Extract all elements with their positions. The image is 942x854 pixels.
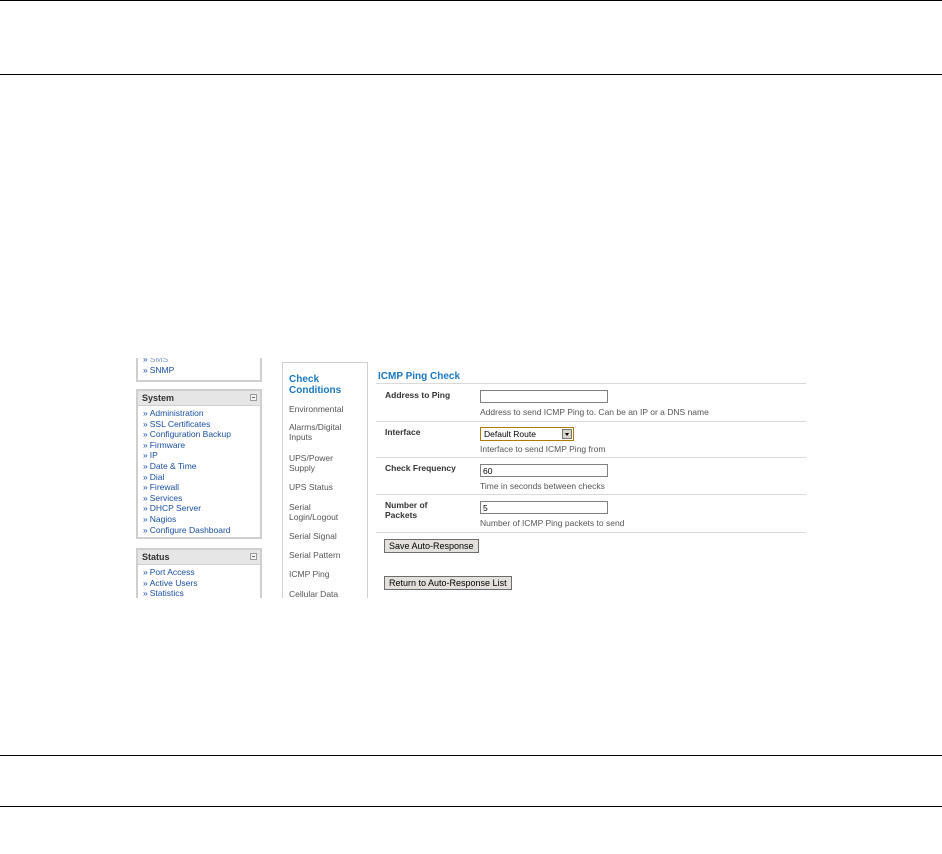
sidebar-item-ssl-certificates[interactable]: » SSL Certificates: [143, 419, 260, 430]
address-help: Address to send ICMP Ping to. Can be an …: [480, 407, 709, 417]
condition-serial-pattern[interactable]: Serial Pattern: [283, 550, 369, 560]
packets-label: Number of Packets: [385, 500, 428, 520]
collapse-icon[interactable]: [250, 394, 257, 401]
condition-ups-status[interactable]: UPS Status: [283, 482, 369, 492]
check-conditions-title: Check Conditions: [289, 374, 342, 396]
form-divider: [376, 421, 806, 422]
crop-mask: [130, 330, 270, 358]
form-divider: [376, 383, 806, 384]
frequency-label: Check Frequency: [385, 463, 456, 473]
sidebar-item-nagios[interactable]: » Nagios: [143, 514, 260, 525]
crop-mask: [130, 598, 830, 618]
condition-ups-power-supply[interactable]: UPS/Power Supply: [283, 453, 369, 473]
form-divider: [376, 494, 806, 495]
status-menu: » Port Access » Active Users » Statistics: [138, 565, 260, 601]
condition-serial-login-logout[interactable]: Serial Login/Logout: [283, 502, 369, 522]
interface-help: Interface to send ICMP Ping from: [480, 444, 606, 454]
condition-serial-signal[interactable]: Serial Signal: [283, 531, 369, 541]
packets-input[interactable]: [480, 501, 608, 514]
page-top-rule: [0, 0, 942, 1]
system-menu: » Administration » SSL Certificates » Confi…: [138, 406, 260, 537]
sidebar-item-configure-dashboard[interactable]: » Configure Dashboard: [143, 525, 260, 536]
condition-icmp-ping[interactable]: ICMP Ping: [283, 569, 369, 579]
address-label: Address to Ping: [385, 390, 451, 400]
check-conditions-panel: Check Conditions Environmental Alarms/Di…: [282, 362, 368, 602]
footer-rule-bottom: [0, 806, 942, 807]
header-rule: [0, 74, 942, 75]
sidebar-item-configuration-backup[interactable]: » Configuration Backup: [143, 429, 260, 440]
footer-rule-top: [0, 755, 942, 756]
sidebar-item-firmware[interactable]: » Firmware: [143, 440, 260, 451]
form-divider: [376, 457, 806, 458]
condition-environmental[interactable]: Environmental: [283, 404, 369, 414]
sidebar-item-snmp[interactable]: » SNMP: [143, 365, 260, 376]
frequency-help: Time in seconds between checks: [480, 481, 605, 491]
sidebar-item-administration[interactable]: » Administration: [143, 408, 260, 419]
frequency-input[interactable]: [480, 464, 608, 477]
sidebar-item-date-time[interactable]: » Date & Time: [143, 461, 260, 472]
sidebar-item-firewall[interactable]: » Firewall: [143, 482, 260, 493]
address-input[interactable]: [480, 390, 608, 403]
condition-alarms-digital-inputs[interactable]: Alarms/Digital Inputs: [283, 422, 369, 442]
form-divider: [376, 532, 806, 533]
sidebar-item-services[interactable]: » Services: [143, 493, 260, 504]
panel-title-status: Status: [142, 552, 170, 562]
save-auto-response-button[interactable]: Save Auto-Response: [384, 539, 479, 553]
dropdown-arrow-icon[interactable]: [562, 429, 572, 439]
panel-header-system[interactable]: System: [138, 391, 260, 406]
form-title: ICMP Ping Check: [378, 371, 461, 382]
sidebar-item-port-access[interactable]: » Port Access: [143, 567, 260, 578]
sidebar-item-ip[interactable]: » IP: [143, 450, 260, 461]
panel-header-status[interactable]: Status: [138, 550, 260, 565]
sidebar-item-dial[interactable]: » Dial: [143, 472, 260, 483]
interface-label: Interface: [385, 427, 421, 437]
packets-help: Number of ICMP Ping packets to send: [480, 518, 625, 528]
collapse-icon[interactable]: [250, 553, 257, 560]
return-to-list-button[interactable]: Return to Auto-Response List: [384, 576, 512, 590]
panel-title-system: System: [142, 393, 175, 403]
sidebar-panel-system: System » Administration » SSL Certificates…: [136, 389, 262, 539]
sidebar-item-active-users[interactable]: » Active Users: [143, 578, 260, 589]
interface-select[interactable]: Default Route: [480, 427, 574, 441]
sidebar-item-dhcp-server[interactable]: » DHCP Server: [143, 503, 260, 514]
